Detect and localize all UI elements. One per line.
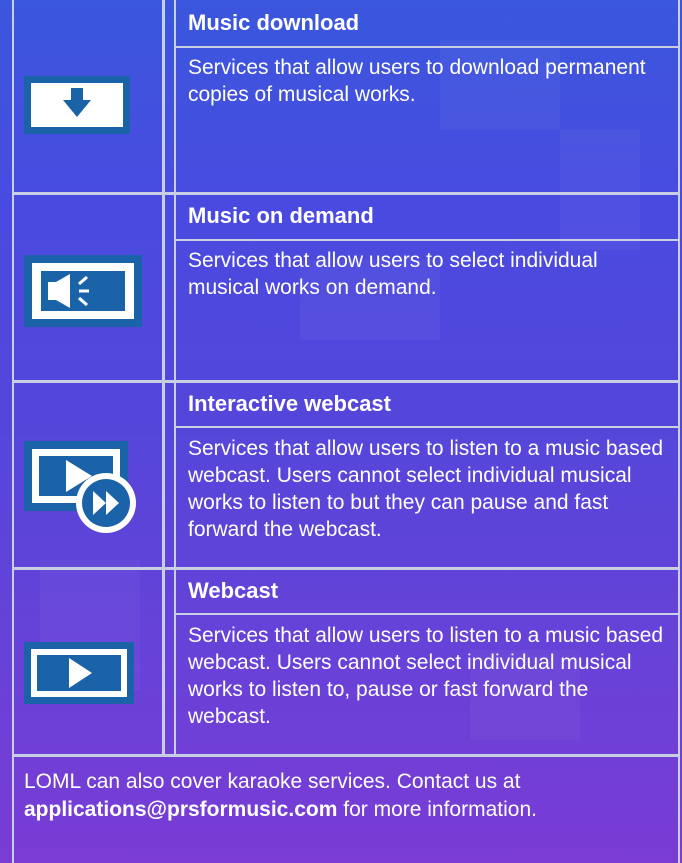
download-arrow-icon bbox=[24, 76, 130, 139]
service-description: Services that allow users to download pe… bbox=[188, 56, 646, 106]
play-fast-forward-icon bbox=[24, 441, 142, 538]
service-title: Music download bbox=[188, 10, 360, 35]
service-row-interactive-webcast: Interactive webcast Services that allow … bbox=[12, 381, 680, 568]
services-table: Music download Services that allow users… bbox=[12, 0, 680, 863]
service-row-music-download: Music download Services that allow users… bbox=[12, 0, 680, 192]
contact-email-link[interactable]: applications@prsformusic.com bbox=[24, 798, 337, 821]
footer-text: LOML can also cover karaoke services. Co… bbox=[24, 770, 521, 793]
service-title: Music on demand bbox=[188, 203, 374, 228]
service-description: Services that allow users to listen to a… bbox=[188, 437, 664, 541]
footer-note: LOML can also cover karaoke services. Co… bbox=[12, 756, 680, 824]
play-icon bbox=[24, 642, 134, 709]
service-description: Services that allow users to select indi… bbox=[188, 249, 598, 299]
service-row-webcast: Webcast Services that allow users to lis… bbox=[12, 568, 680, 755]
footer-text-end: for more information. bbox=[343, 798, 537, 821]
service-title: Interactive webcast bbox=[188, 391, 391, 416]
service-row-music-on-demand: Music on demand Services that allow user… bbox=[12, 193, 680, 380]
service-title: Webcast bbox=[188, 578, 279, 603]
service-description: Services that allow users to listen to a… bbox=[188, 624, 664, 728]
speaker-icon bbox=[24, 255, 142, 332]
services-panel: Music download Services that allow users… bbox=[0, 0, 682, 863]
